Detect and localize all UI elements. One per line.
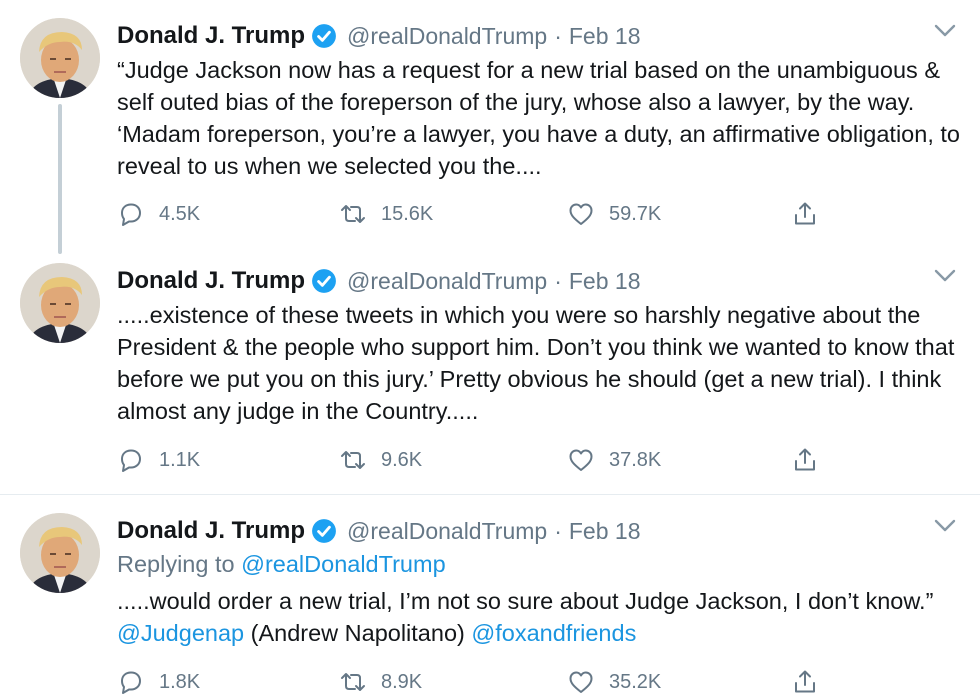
heart-icon xyxy=(569,449,593,471)
separator-dot: · xyxy=(554,517,562,544)
verified-badge-icon xyxy=(311,23,337,49)
share-icon xyxy=(795,670,815,693)
reply-icon xyxy=(121,449,141,472)
author-name[interactable]: Donald J. Trump xyxy=(117,517,305,545)
retweet-icon xyxy=(341,673,365,691)
retweet-icon xyxy=(341,451,365,469)
reply-count: 1.8K xyxy=(159,670,201,693)
retweet-button[interactable]: 9.6K xyxy=(339,443,422,477)
tweet-actions: 4.5K 15.6K 59.7K xyxy=(117,197,837,231)
share-button[interactable] xyxy=(791,665,819,699)
like-button[interactable]: 59.7K xyxy=(567,197,661,231)
tweet-3[interactable]: Donald J. Trump @realDonaldTrump · Feb 1… xyxy=(0,495,980,700)
tweet-text-part: .....would order a new trial, I’m not so… xyxy=(117,588,934,614)
retweet-button[interactable]: 15.6K xyxy=(339,197,433,231)
share-button[interactable] xyxy=(791,197,819,231)
retweet-button[interactable]: 8.9K xyxy=(339,665,422,699)
reply-button[interactable]: 4.5K xyxy=(117,197,200,231)
tweet-date[interactable]: Feb 18 xyxy=(569,23,641,50)
reply-icon xyxy=(121,203,141,226)
tweet-text: “Judge Jackson now has a request for a n… xyxy=(117,57,960,179)
separator-dot: · xyxy=(554,267,562,294)
avatar[interactable] xyxy=(20,18,100,98)
like-button[interactable]: 35.2K xyxy=(567,665,661,699)
heart-icon xyxy=(569,671,593,693)
retweet-icon xyxy=(341,205,365,223)
tweet-actions: 1.8K 8.9K 35.2K xyxy=(117,665,837,699)
tweet-1[interactable]: Donald J. Trump @realDonaldTrump · Feb 1… xyxy=(0,0,980,254)
chevron-down-icon[interactable] xyxy=(932,20,958,40)
reply-button[interactable]: 1.8K xyxy=(117,665,200,699)
avatar[interactable] xyxy=(20,513,100,593)
tweet-header: Donald J. Trump @realDonaldTrump · Feb 1… xyxy=(117,513,640,549)
tweet-header: Donald J. Trump @realDonaldTrump · Feb 1… xyxy=(117,263,640,299)
tweet-header: Donald J. Trump @realDonaldTrump · Feb 1… xyxy=(117,18,640,54)
replying-to-label: Replying to xyxy=(117,551,235,577)
thread-line xyxy=(58,104,62,254)
reply-button[interactable]: 1.1K xyxy=(117,443,200,477)
tweet-text-part: (Andrew Napolitano) xyxy=(244,620,472,646)
heart-icon xyxy=(569,203,593,225)
share-icon xyxy=(795,448,815,471)
like-count: 37.8K xyxy=(609,448,662,471)
tweet-text: .....existence of these tweets in which … xyxy=(117,302,955,424)
reply-count: 1.1K xyxy=(159,448,201,471)
author-name[interactable]: Donald J. Trump xyxy=(117,22,305,50)
author-handle[interactable]: @realDonaldTrump xyxy=(347,518,547,545)
share-icon xyxy=(795,202,815,225)
tweet-2[interactable]: Donald J. Trump @realDonaldTrump · Feb 1… xyxy=(0,245,980,495)
like-count: 35.2K xyxy=(609,670,662,693)
retweet-count: 8.9K xyxy=(381,670,423,693)
tweet-date[interactable]: Feb 18 xyxy=(569,518,641,545)
replying-to-handle-link[interactable]: @realDonaldTrump xyxy=(241,551,446,577)
chevron-down-icon[interactable] xyxy=(932,515,958,535)
verified-badge-icon xyxy=(311,518,337,544)
like-button[interactable]: 37.8K xyxy=(567,443,661,477)
like-count: 59.7K xyxy=(609,202,662,225)
tweet-text: .....would order a new trial, I’m not so… xyxy=(117,585,967,649)
avatar[interactable] xyxy=(20,263,100,343)
tweet-actions: 1.1K 9.6K 37.8K xyxy=(117,443,837,477)
author-name[interactable]: Donald J. Trump xyxy=(117,267,305,295)
share-button[interactable] xyxy=(791,443,819,477)
reply-count: 4.5K xyxy=(159,202,201,225)
mention-link[interactable]: @foxandfriends xyxy=(471,620,636,646)
mention-link[interactable]: @Judgenap xyxy=(117,620,244,646)
retweet-count: 9.6K xyxy=(381,448,423,471)
author-handle[interactable]: @realDonaldTrump xyxy=(347,268,547,295)
replying-to: Replying to @realDonaldTrump xyxy=(117,551,446,578)
chevron-down-icon[interactable] xyxy=(932,265,958,285)
separator-dot: · xyxy=(554,22,562,49)
reply-icon xyxy=(121,671,141,694)
retweet-count: 15.6K xyxy=(381,202,434,225)
tweet-date[interactable]: Feb 18 xyxy=(569,268,641,295)
verified-badge-icon xyxy=(311,268,337,294)
author-handle[interactable]: @realDonaldTrump xyxy=(347,23,547,50)
